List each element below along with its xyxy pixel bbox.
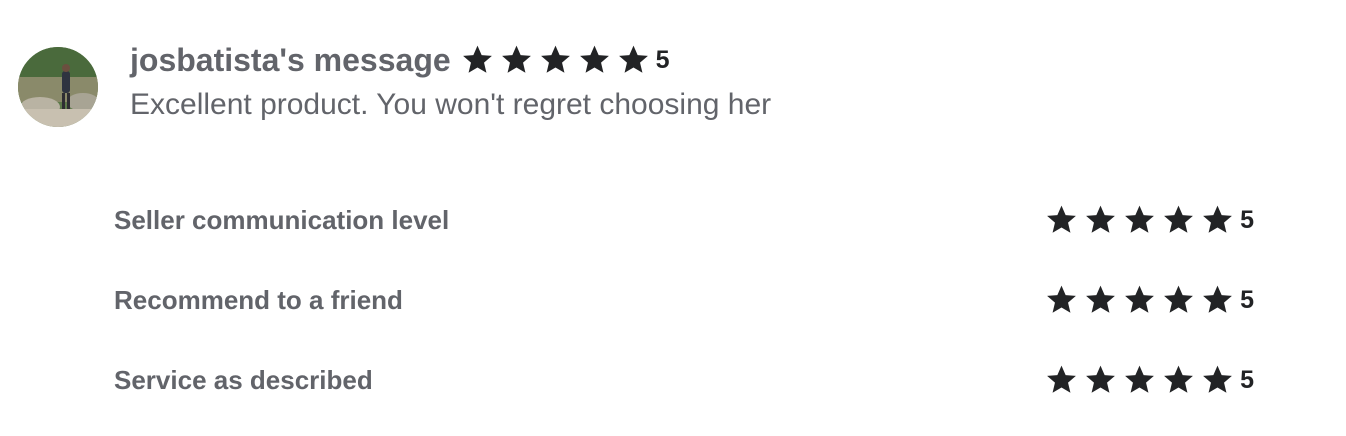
star-icon [500,44,533,76]
star-icon [1201,204,1234,236]
criteria-star-rating: 5 [1045,364,1254,396]
star-icon [1201,284,1234,316]
star-icon [1123,364,1156,396]
avatar-photo [18,47,98,127]
criteria-row-seller-communication: Seller communication level 5 [114,198,1254,242]
star-icon [1084,364,1117,396]
criteria-label: Recommend to a friend [114,284,403,315]
star-icon [1123,204,1156,236]
star-icon [1045,364,1078,396]
star-icon [539,44,572,76]
star-icon [1162,204,1195,236]
author-name[interactable]: josbatista's message [130,42,451,79]
star-icon [1045,284,1078,316]
criteria-label: Seller communication level [114,204,450,235]
star-icon [1162,364,1195,396]
star-icon [1162,284,1195,316]
criteria-star-rating: 5 [1045,204,1254,236]
review-message: Excellent product. You won't regret choo… [130,88,772,121]
criteria-star-rating: 5 [1045,284,1254,316]
rating-value: 5 [1240,365,1254,394]
criteria-label: Service as described [114,364,373,395]
review-header: josbatista's message 5 [130,40,670,80]
star-icon [1123,284,1156,316]
rating-value: 5 [1240,285,1254,314]
star-icon [461,44,494,76]
review-star-rating: 5 [461,44,670,76]
star-icon [1201,364,1234,396]
criteria-row-service-as-described: Service as described 5 [114,358,1254,402]
star-icon [1045,204,1078,236]
rating-value: 5 [655,45,670,74]
avatar[interactable] [18,47,98,127]
rating-value: 5 [1240,205,1254,234]
star-icon [1084,204,1117,236]
star-icon [617,44,650,76]
criteria-row-recommend: Recommend to a friend 5 [114,278,1254,322]
star-icon [578,44,611,76]
star-icon [1084,284,1117,316]
